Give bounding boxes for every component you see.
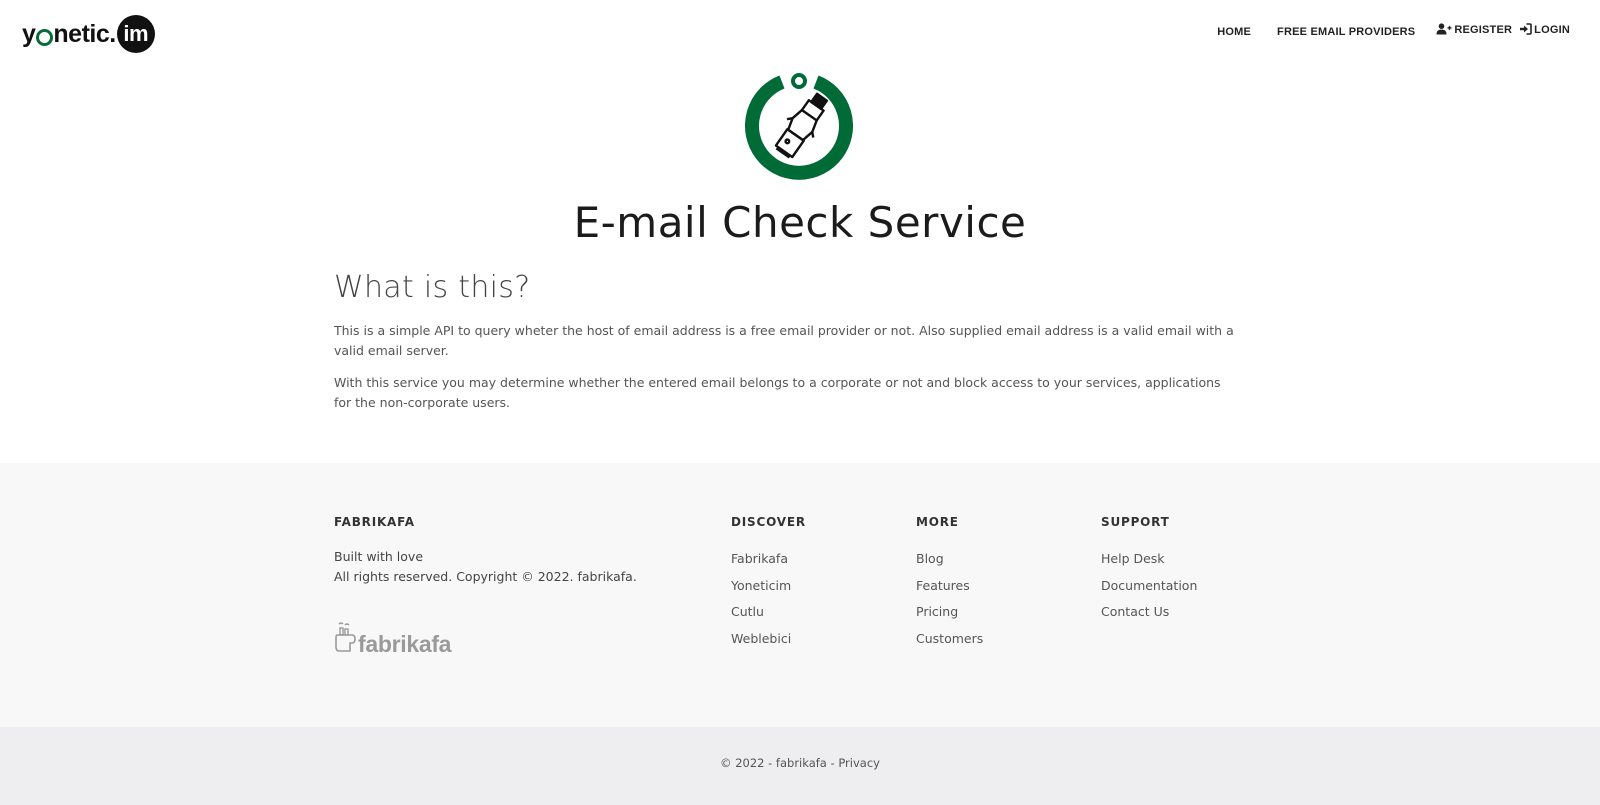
footer-built-with-love: Built with love (334, 549, 424, 564)
nav-register-label: REGISTER (1454, 24, 1513, 36)
footer-discover-heading: DISCOVER (731, 515, 806, 529)
about-paragraph-1: This is a simple API to query wheter the… (334, 323, 1234, 358)
footer-link-blog[interactable]: Blog (916, 551, 944, 566)
logo-text-suffix: netic. (53, 19, 116, 48)
fabrikafa-logo[interactable]: fabrikafa (334, 621, 637, 658)
footer-link-item: Fabrikafa (731, 551, 806, 578)
footer-link-item: Customers (916, 631, 983, 658)
logo-text-prefix: y (22, 19, 36, 48)
nav-login-link[interactable]: LOGIN (1519, 22, 1570, 38)
footer-link-contact-us[interactable]: Contact Us (1101, 604, 1169, 619)
footer-brand-text: Built with love All rights reserved. Cop… (334, 547, 637, 587)
navbar: y netic. im HOME FREE EMAIL PROVIDERS RE… (0, 0, 1600, 70)
logo-text: y netic. im (22, 15, 155, 53)
footer-link-item: Yoneticim (731, 578, 806, 605)
logo-badge: im (116, 15, 155, 53)
page-title: E-mail Check Service (573, 198, 1027, 247)
about-heading: What is this? (334, 270, 531, 305)
nav-login-label: LOGIN (1534, 24, 1570, 36)
footer-link-cutlu[interactable]: Cutlu (731, 604, 764, 619)
fabrikafa-logo-text: fabrikafa (358, 631, 452, 657)
footer-link-item: Pricing (916, 604, 983, 631)
bottom-copyright: © 2022 - fabrikafa - Privacy (0, 756, 1600, 770)
footer-brand-column: FABRIKAFA Built with love All rights res… (334, 515, 637, 658)
nav-free-email-providers-link[interactable]: FREE EMAIL PROVIDERS (1277, 26, 1415, 38)
footer-link-weblebici[interactable]: Weblebici (731, 631, 791, 646)
user-plus-icon (1436, 22, 1452, 38)
site-logo[interactable]: y netic. im (22, 15, 155, 53)
footer-more-heading: MORE (916, 515, 959, 529)
sign-in-icon (1519, 22, 1532, 38)
about-paragraph-2: With this service you may determine whet… (334, 375, 1221, 410)
footer-link-features[interactable]: Features (916, 578, 970, 593)
footer-more-column: MORE Blog Features Pricing Customers (916, 515, 983, 658)
footer-link-pricing[interactable]: Pricing (916, 604, 958, 619)
usb-plug-power-icon (745, 72, 853, 182)
main-nav: HOME FREE EMAIL PROVIDERS REGISTER LOGIN (1217, 22, 1570, 38)
footer-link-item: Cutlu (731, 604, 806, 631)
footer: FABRIKAFA Built with love All rights res… (0, 463, 1600, 727)
footer-link-documentation[interactable]: Documentation (1101, 578, 1197, 593)
footer-link-item: Help Desk (1101, 551, 1197, 578)
footer-copyright-text: All rights reserved. Copyright © 2022. f… (334, 569, 637, 584)
footer-link-item: Weblebici (731, 631, 806, 658)
footer-discover-column: DISCOVER Fabrikafa Yoneticim Cutlu Weble… (731, 515, 806, 658)
logo-power-icon (36, 28, 54, 46)
footer-link-customers[interactable]: Customers (916, 631, 983, 646)
footer-link-item: Contact Us (1101, 604, 1197, 631)
footer-support-heading: SUPPORT (1101, 515, 1170, 529)
fabrikafa-factory-icon (334, 621, 356, 658)
privacy-link[interactable]: Privacy (838, 756, 880, 770)
footer-link-help-desk[interactable]: Help Desk (1101, 551, 1165, 566)
nav-home-link[interactable]: HOME (1217, 26, 1251, 38)
nav-register-link[interactable]: REGISTER (1436, 22, 1513, 38)
bottom-copyright-text: © 2022 - fabrikafa - (720, 756, 839, 770)
footer-link-item: Documentation (1101, 578, 1197, 605)
about-section: What is this? This is a simple API to qu… (334, 270, 1234, 425)
bottom-bar: © 2022 - fabrikafa - Privacy (0, 727, 1600, 805)
footer-link-fabrikafa[interactable]: Fabrikafa (731, 551, 788, 566)
footer-link-item: Blog (916, 551, 983, 578)
footer-link-yoneticim[interactable]: Yoneticim (731, 578, 791, 593)
footer-link-item: Features (916, 578, 983, 605)
footer-support-column: SUPPORT Help Desk Documentation Contact … (1101, 515, 1197, 631)
footer-brand-heading: FABRIKAFA (334, 515, 415, 529)
